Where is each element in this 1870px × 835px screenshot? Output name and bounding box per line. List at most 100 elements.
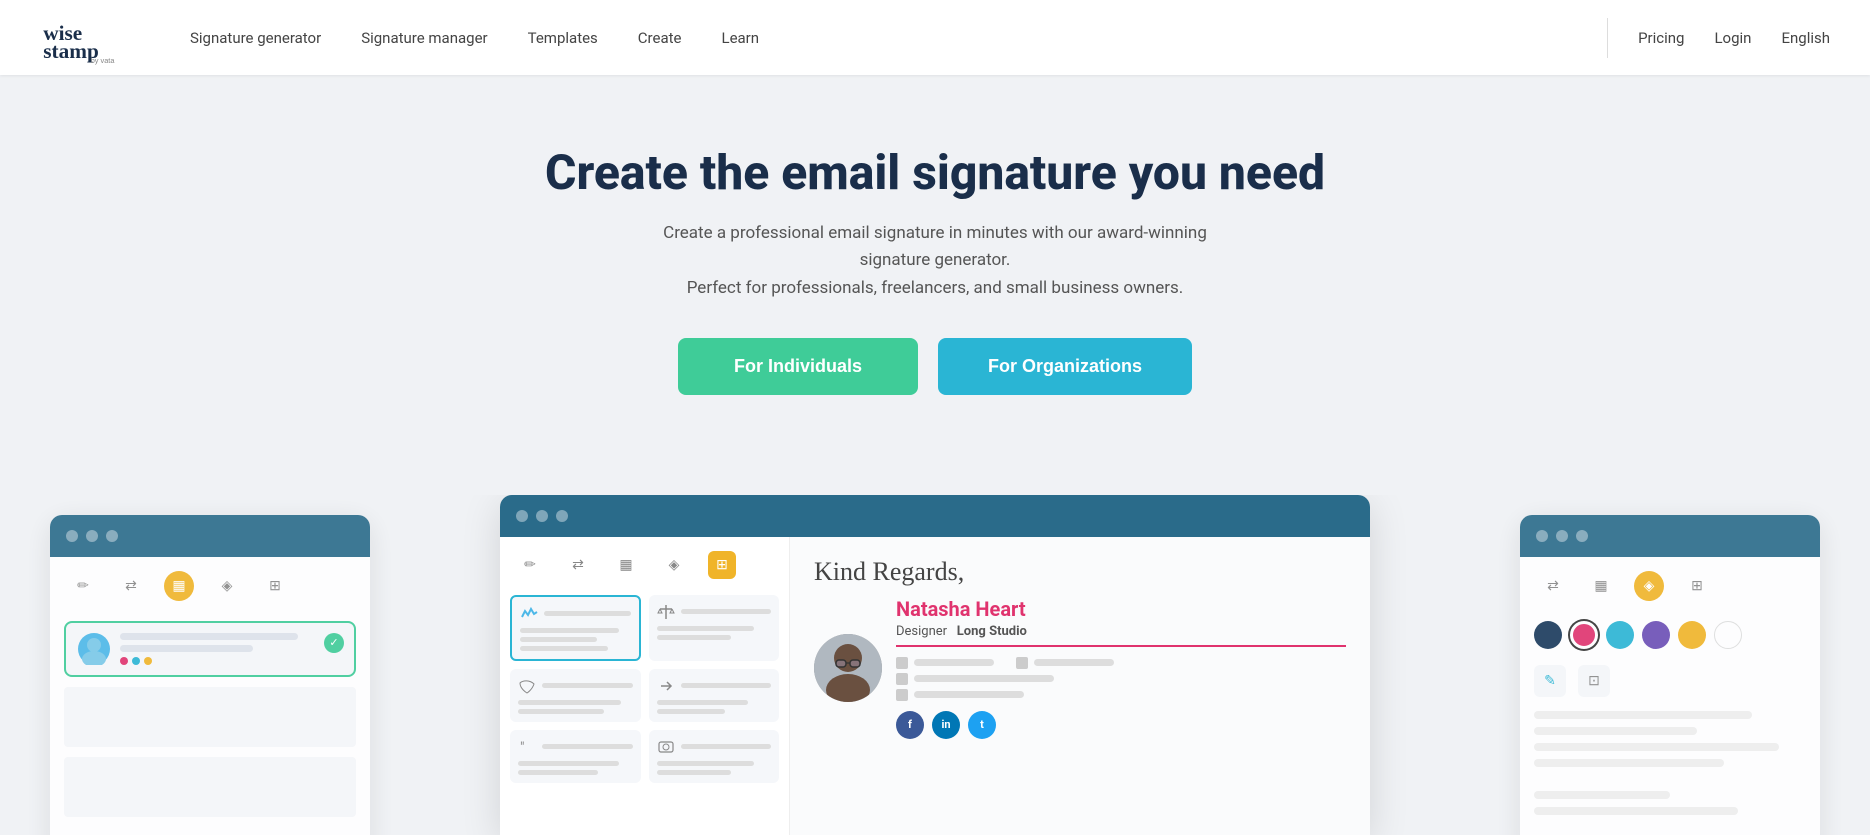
facebook-btn[interactable]: f [896,711,924,739]
browser-mockup-left: ✏ ⇄ ▦ ◈ ⊞ [50,515,370,835]
tmpl-card-6-header [657,738,772,756]
right-placeholders [1534,711,1806,815]
nav-signature-generator[interactable]: Signature generator [190,29,321,47]
tmpl-body-1 [520,628,631,651]
svg-text:by vata: by vata [91,56,116,65]
hero-subtitle-line2: Perfect for professionals, freelancers, … [687,278,1184,298]
preview-job: Designer [896,624,947,639]
phone-line [914,659,994,666]
sig-line-title [120,645,253,652]
edit-icon: ✏ [68,571,98,601]
layout-icon: ▦ [164,571,194,601]
r-layout-icon: ▦ [1586,571,1616,601]
swatch-navy[interactable] [1534,621,1562,649]
navbar: wise stamp by vata Signature generator S… [0,0,1870,75]
browser-bar-right [1520,515,1820,557]
sig-dots [120,657,342,665]
tmpl-icon-row: ✏ ⇄ ▦ ◈ ⊞ [510,551,779,579]
check-badge: ✓ [324,633,344,653]
sig-item-1[interactable]: ✓ [64,621,356,677]
sig-line-name [120,633,298,640]
image-tool[interactable]: ⊡ [1578,665,1610,697]
hero-section: Create the email signature you need Crea… [0,75,1870,495]
tmpl-body-5 [518,761,633,775]
email-icon [896,673,908,685]
center-content: ✏ ⇄ ▦ ◈ ⊞ [500,537,1370,835]
nav-language[interactable]: English [1781,29,1830,47]
nav-learn[interactable]: Learn [721,29,759,47]
right-icon-row: ⇄ ▦ ◈ ⊞ [1534,571,1806,601]
dot-r1 [1536,530,1548,542]
r-share-icon: ⇄ [1538,571,1568,601]
preview-avatar [814,634,882,702]
contact-email [896,673,1346,685]
dot-c1 [516,510,528,522]
scales-icon [657,603,675,621]
template-card-2[interactable] [649,595,780,661]
template-card-1[interactable] [510,595,641,661]
tmpl-body-line-2 [520,637,597,642]
swatch-white[interactable] [1714,621,1742,649]
preview-social: f in t [896,711,1346,739]
swatch-orange[interactable] [1678,621,1706,649]
tmpl-share-icon: ⇄ [564,551,592,579]
logo[interactable]: wise stamp by vata [40,10,130,65]
contact-web [896,689,1346,701]
template-card-5[interactable]: " [510,730,641,783]
web-icon [896,689,908,701]
dot-blue [132,657,140,665]
hero-subtitle-line1: Create a professional email signature in… [663,223,1207,270]
arrow-icon [657,677,675,695]
dot-c2 [536,510,548,522]
left-content: ✏ ⇄ ▦ ◈ ⊞ [50,557,370,835]
swatch-pink[interactable] [1570,621,1598,649]
tmpl-body-line-9 [657,709,726,714]
sig-lines-1 [120,633,342,665]
preview-greeting: Kind Regards, [814,557,1346,587]
rph-5 [1534,791,1670,799]
tmpl-apps-active-icon: ⊞ [708,551,736,579]
template-card-6[interactable] [649,730,780,783]
tmpl-card-2-header [657,603,772,621]
for-organizations-button[interactable]: For Organizations [938,338,1192,395]
tmpl-line-5 [542,744,633,749]
nav-right: Pricing Login English [1607,18,1830,58]
dot-2 [86,530,98,542]
tmpl-body-line-13 [657,770,731,775]
leaf-icon [518,677,536,695]
apps-icon: ⊞ [260,571,290,601]
template-card-3[interactable] [510,669,641,722]
dot-red [120,657,128,665]
tmpl-card-1-header [520,605,631,623]
linkedin-btn[interactable]: in [932,711,960,739]
twitter-btn[interactable]: t [968,711,996,739]
tmpl-line-3 [542,683,633,688]
preview-info: Natasha Heart Designer Long Studio [896,597,1346,739]
tmpl-card-3-header [518,677,633,695]
svg-text:": " [520,740,524,756]
left-icon-row: ✏ ⇄ ▦ ◈ ⊞ [64,571,356,601]
dot-c3 [556,510,568,522]
color-tools: ✎ ⊡ [1534,665,1806,697]
avatar-1 [78,633,110,665]
tmpl-body-line-5 [657,635,731,640]
tmpl-body-line-10 [518,761,619,766]
rph-6 [1534,807,1738,815]
fill-icon: ◈ [212,571,242,601]
tmpl-card-4-header [657,677,772,695]
tmpl-body-3 [518,700,633,714]
for-individuals-button[interactable]: For Individuals [678,338,918,395]
nav-templates[interactable]: Templates [528,29,598,47]
swatch-teal[interactable] [1606,621,1634,649]
nav-create[interactable]: Create [638,29,682,47]
nav-pricing[interactable]: Pricing [1638,29,1684,47]
tmpl-body-line-1 [520,628,619,633]
contact-phone [896,657,1346,669]
color-picker-tool[interactable]: ✎ [1534,665,1566,697]
swatch-purple[interactable] [1642,621,1670,649]
photo-icon [657,738,675,756]
template-card-4[interactable] [649,669,780,722]
nav-links: Signature generator Signature manager Te… [190,29,1607,47]
nav-signature-manager[interactable]: Signature manager [361,29,487,47]
nav-login[interactable]: Login [1714,29,1751,47]
